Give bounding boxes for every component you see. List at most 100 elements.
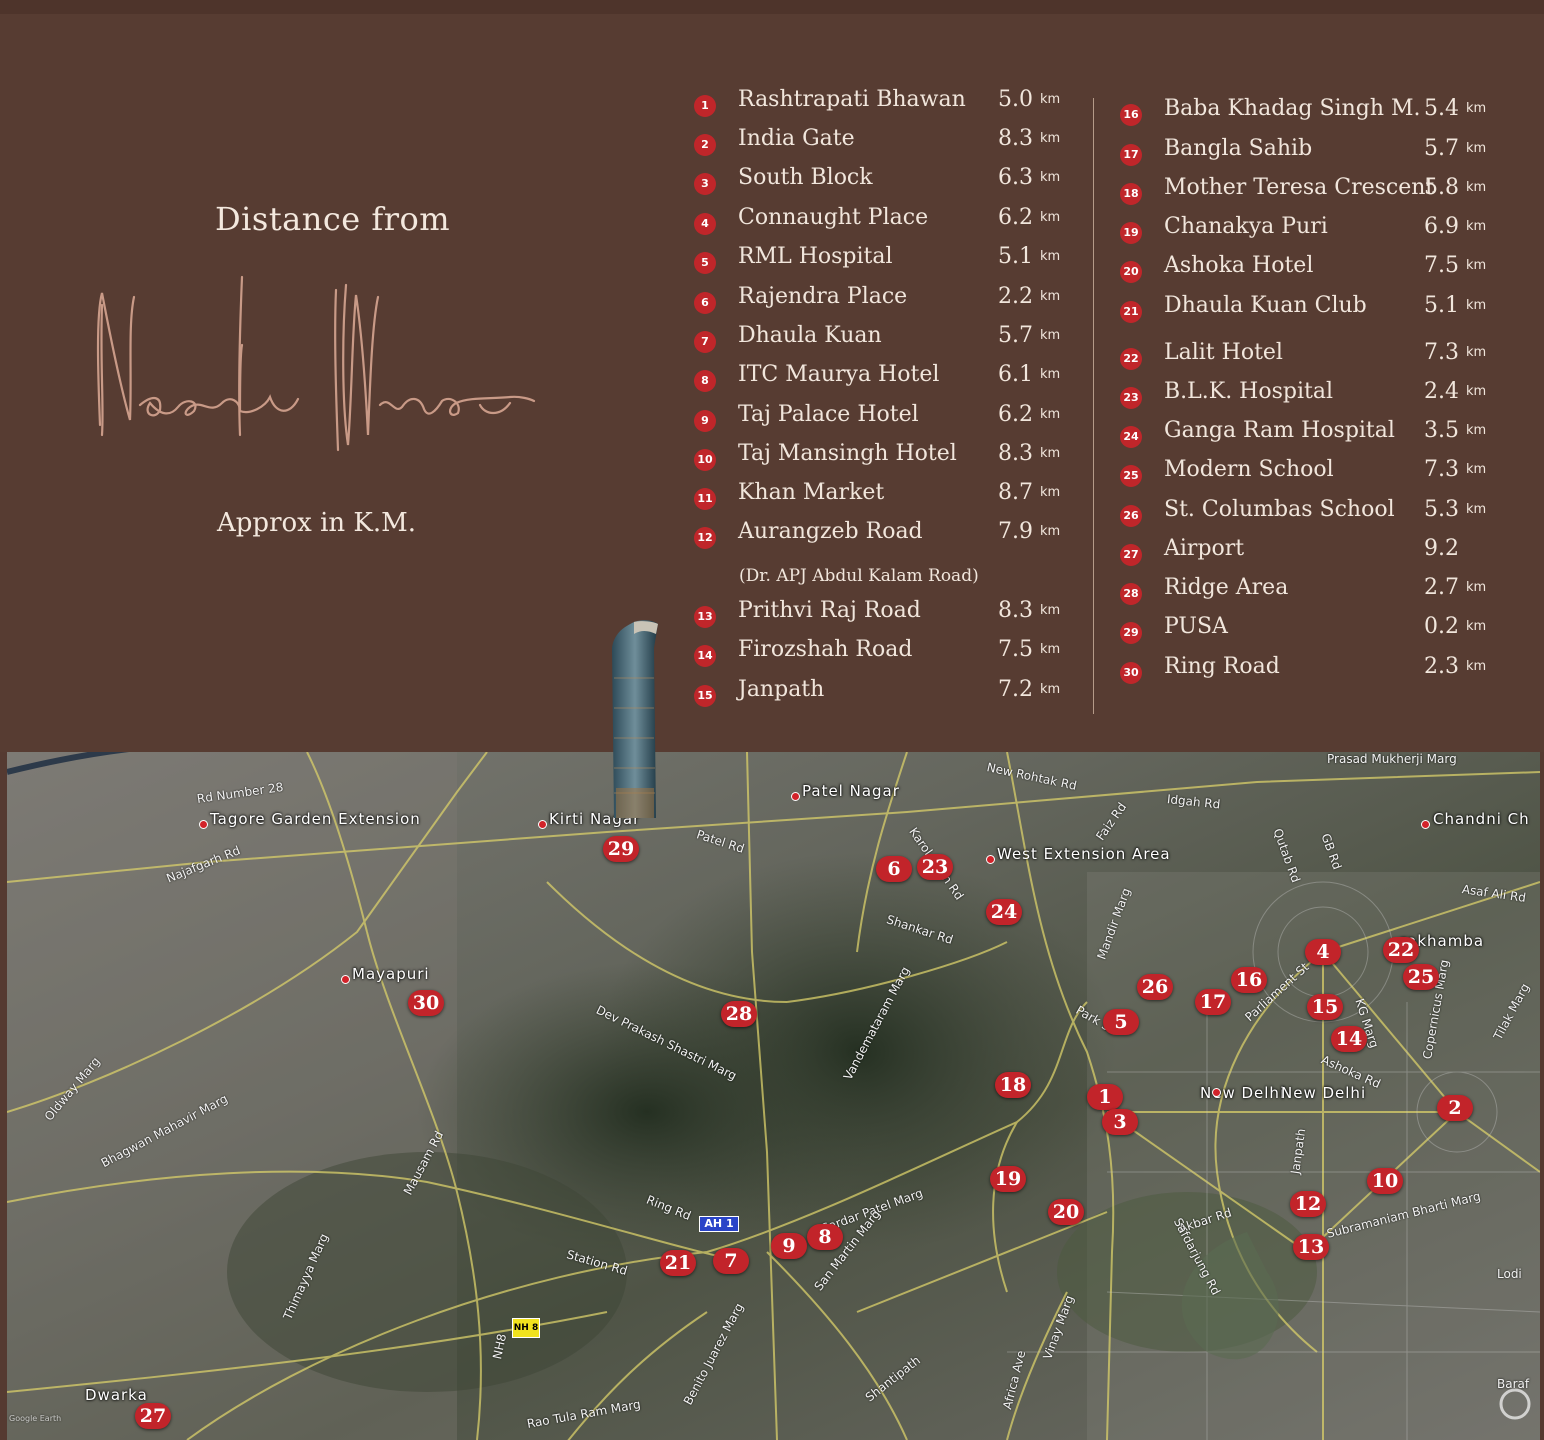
list-item: 7 Dhaula Kuan 5.7 km <box>694 323 1094 365</box>
list-item: 10 Taj Mansingh Hotel 8.3 km <box>694 441 1094 483</box>
building-tower-icon <box>612 620 658 818</box>
map-marker[interactable]: 21 <box>660 1250 696 1276</box>
item-unit: km <box>1040 524 1061 539</box>
item-distance: 8.7 <box>998 480 1033 505</box>
map-marker[interactable]: 15 <box>1307 994 1343 1020</box>
column-divider <box>1093 98 1094 714</box>
map-marker[interactable]: 5 <box>1103 1009 1139 1035</box>
item-unit: km <box>1466 180 1487 195</box>
list-item: 30 Ring Road 2.3 km <box>1120 654 1520 696</box>
map-marker[interactable]: 24 <box>986 899 1022 925</box>
map-pin-icon <box>791 792 800 801</box>
item-number-badge: 5 <box>694 252 716 274</box>
map-marker[interactable]: 26 <box>1137 974 1173 1000</box>
item-number-badge: 26 <box>1120 505 1142 527</box>
item-distance: 5.3 <box>1424 497 1459 522</box>
map-place-label: West Extension Area <box>997 845 1171 863</box>
item-name: Chanakya Puri <box>1164 214 1328 239</box>
list-item: 14 Firozshah Road 7.5 km <box>694 637 1094 679</box>
map-pin-icon <box>986 855 995 864</box>
map-marker[interactable]: 3 <box>1102 1109 1138 1135</box>
item-unit: km <box>1466 298 1487 313</box>
item-number-badge: 2 <box>694 134 716 156</box>
item-unit: km <box>1466 258 1487 273</box>
item-name: B.L.K. Hospital <box>1164 379 1334 404</box>
item-unit: km <box>1466 141 1487 156</box>
map-marker[interactable]: 12 <box>1290 1191 1326 1217</box>
map-marker[interactable]: 13 <box>1293 1234 1329 1260</box>
item-name: South Block <box>738 165 873 190</box>
list-item: 20 Ashoka Hotel 7.5 km <box>1120 253 1520 295</box>
map-marker[interactable]: 10 <box>1367 1168 1403 1194</box>
item-distance: 2.7 <box>1424 575 1459 600</box>
map-place-label: Patel Nagar <box>802 782 900 800</box>
item-name: Ashoka Hotel <box>1164 253 1314 278</box>
item-name: Aurangzeb Road <box>738 519 923 544</box>
map-marker[interactable]: 29 <box>603 836 639 862</box>
item-number-badge: 30 <box>1120 662 1142 684</box>
map-marker[interactable]: 27 <box>135 1403 171 1429</box>
map-place-label: New Delhi <box>1281 1084 1367 1102</box>
item-unit: km <box>1040 446 1061 461</box>
map-marker[interactable]: 16 <box>1231 967 1267 993</box>
item-name: Modern School <box>1164 457 1334 482</box>
item-number-badge: 14 <box>694 645 716 667</box>
map-marker[interactable]: 22 <box>1383 937 1419 963</box>
map-marker[interactable]: 14 <box>1331 1026 1367 1052</box>
map-marker[interactable]: 6 <box>876 856 912 882</box>
map-marker[interactable]: 19 <box>990 1166 1026 1192</box>
list-item: 17 Bangla Sahib 5.7 km <box>1120 136 1520 178</box>
list-item: 28 Ridge Area 2.7 km <box>1120 575 1520 617</box>
map-pin-icon <box>1421 820 1430 829</box>
item-distance: 2.2 <box>998 284 1033 309</box>
item-name: Khan Market <box>738 480 885 505</box>
map-marker[interactable]: 25 <box>1403 964 1439 990</box>
map-marker[interactable]: 28 <box>721 1001 757 1027</box>
item-unit: km <box>1040 485 1061 500</box>
item-distance: 6.2 <box>998 205 1033 230</box>
item-unit: km <box>1040 407 1061 422</box>
item-number-badge: 13 <box>694 606 716 628</box>
list-item: 15 Janpath 7.2 km <box>694 677 1094 719</box>
map-place-label: Mayapuri <box>352 965 430 983</box>
map-marker[interactable]: 1 <box>1087 1084 1123 1110</box>
highway-shield-icon: AH 1 <box>699 1216 739 1232</box>
item-name: ITC Maurya Hotel <box>738 362 940 387</box>
item-name: PUSA <box>1164 614 1228 639</box>
map-marker[interactable]: 2 <box>1437 1095 1473 1121</box>
list-item: 6 Rajendra Place 2.2 km <box>694 284 1094 326</box>
item-name: Janpath <box>738 677 825 702</box>
map-marker[interactable]: 7 <box>713 1248 749 1274</box>
item-distance: 7.9 <box>998 519 1033 544</box>
item-unit: km <box>1040 249 1061 264</box>
item-number-badge: 15 <box>694 685 716 707</box>
satellite-map[interactable]: Patel Nagar Tagore Garden Extension Kirti … <box>7 752 1540 1440</box>
item-unit: km <box>1040 328 1061 343</box>
item-number-badge: 3 <box>694 173 716 195</box>
item-distance: 8.3 <box>998 598 1033 623</box>
item-distance: 5.1 <box>998 244 1033 269</box>
list-item: 3 South Block 6.3 km <box>694 165 1094 207</box>
map-marker[interactable]: 23 <box>917 854 953 880</box>
item-number-badge: 23 <box>1120 387 1142 409</box>
item-unit: km <box>1466 619 1487 634</box>
list-item: 25 Modern School 7.3 km <box>1120 457 1520 499</box>
item-name: Mother Teresa Crescent <box>1164 175 1435 200</box>
item-distance: 3.5 <box>1424 418 1459 443</box>
item-name: Ganga Ram Hospital <box>1164 418 1395 443</box>
item-name: India Gate <box>738 126 855 151</box>
map-marker[interactable]: 4 <box>1305 939 1341 965</box>
map-marker[interactable]: 8 <box>807 1224 843 1250</box>
map-marker[interactable]: 9 <box>771 1233 807 1259</box>
item-unit: km <box>1466 462 1487 477</box>
map-marker[interactable]: 17 <box>1195 989 1231 1015</box>
list-item: 29 PUSA 0.2 km <box>1120 614 1520 656</box>
item-unit: km <box>1040 92 1061 107</box>
item-distance: 7.2 <box>998 677 1033 702</box>
map-marker[interactable]: 20 <box>1048 1199 1084 1225</box>
item-unit: km <box>1466 580 1487 595</box>
map-marker[interactable]: 18 <box>995 1072 1031 1098</box>
list-item: 9 Taj Palace Hotel 6.2 km <box>694 402 1094 444</box>
map-pin-icon <box>538 820 547 829</box>
map-marker[interactable]: 30 <box>408 990 444 1016</box>
